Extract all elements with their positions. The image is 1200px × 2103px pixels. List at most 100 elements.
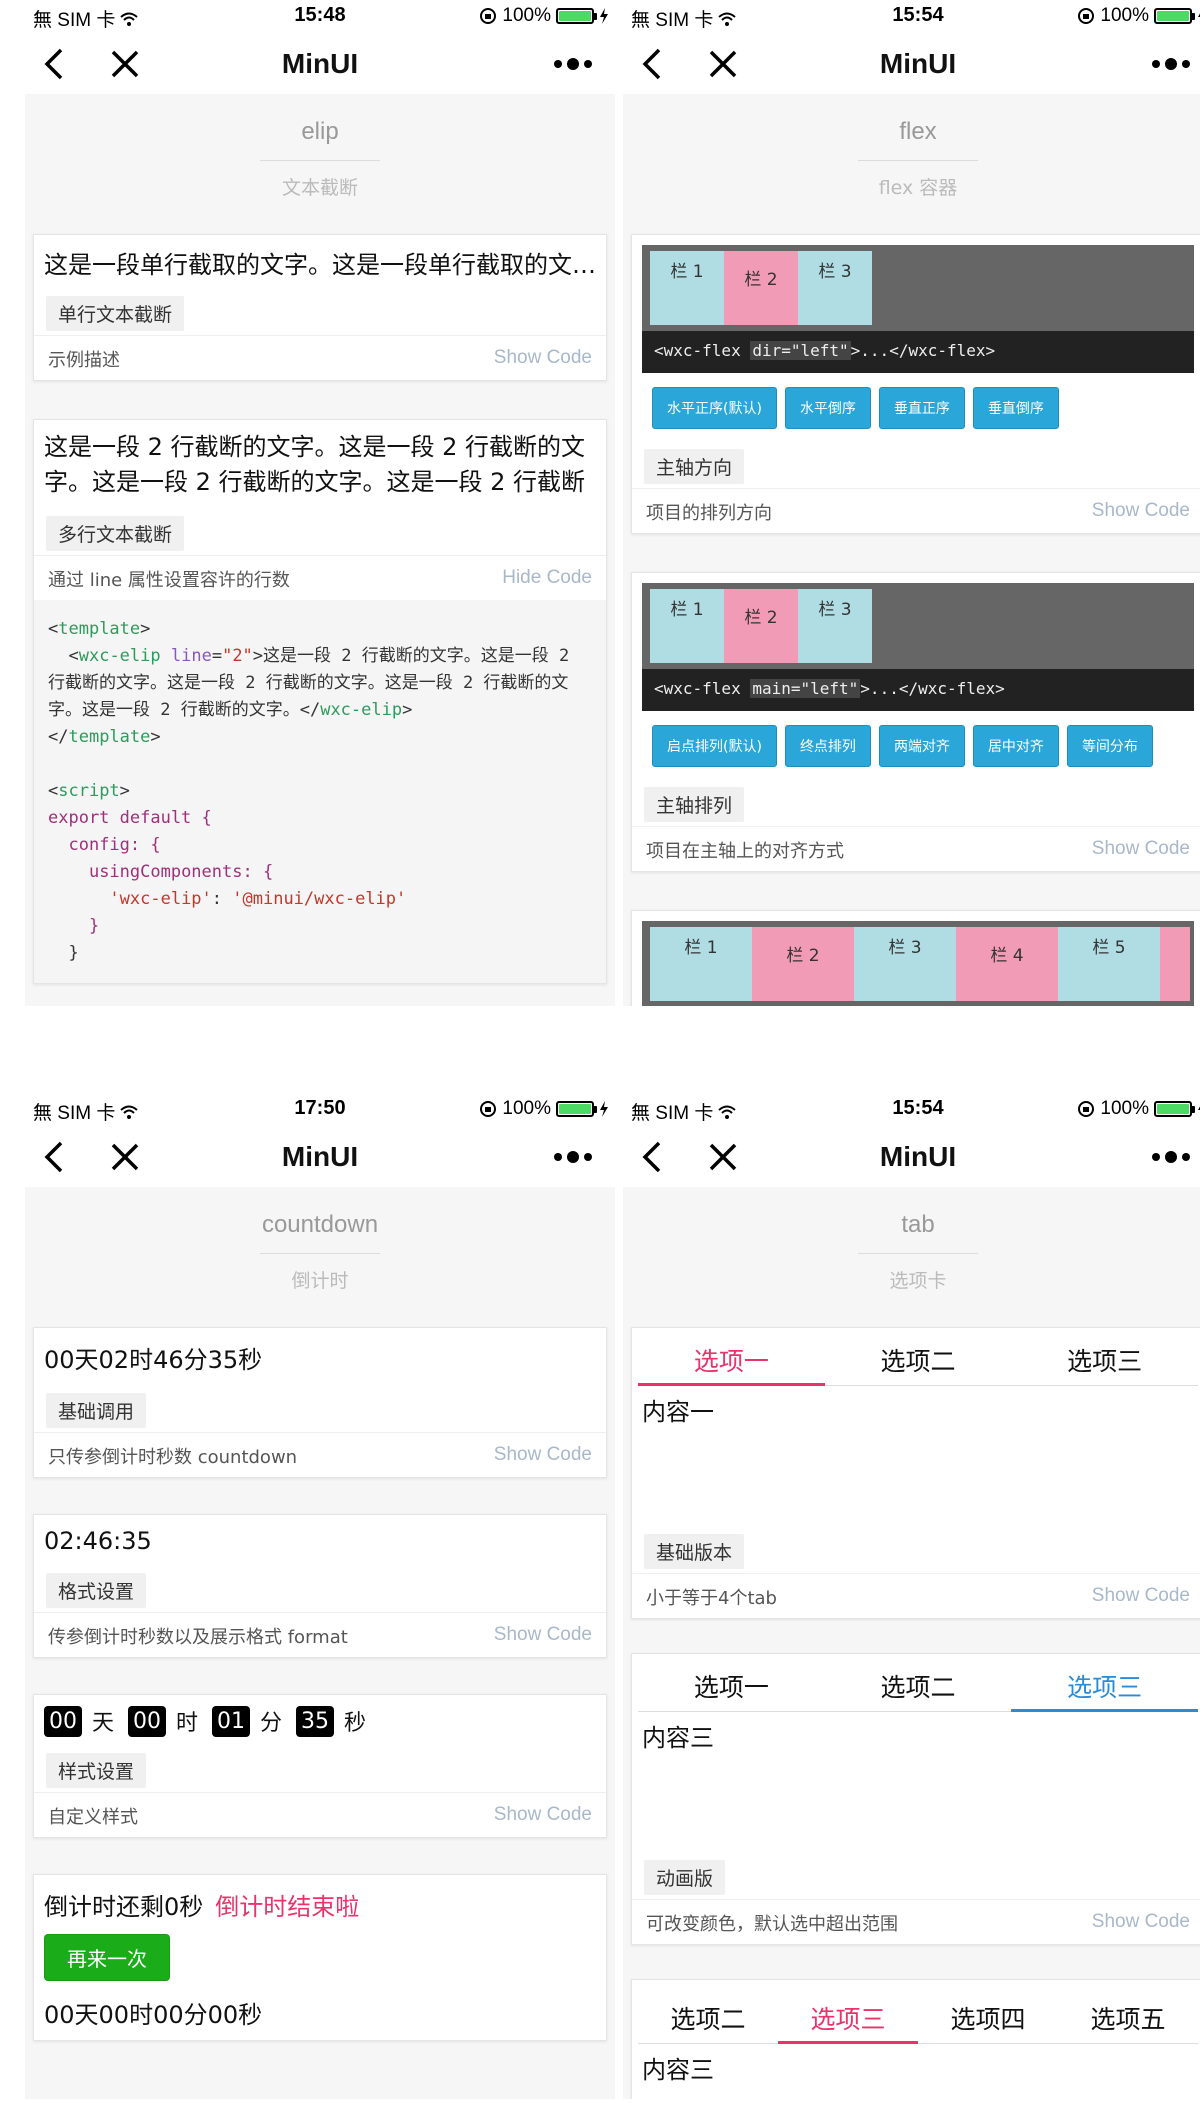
page-title: elip <box>301 118 339 145</box>
demo-card: 选项一 选项二 选项三 内容三 动画版 可改变颜色，默认选中超出范围 Show C… <box>631 1653 1200 1945</box>
page-header: elip 文本截断 <box>25 94 615 234</box>
more-icon[interactable] <box>1149 54 1193 74</box>
code-token: wxc-elip <box>320 700 403 720</box>
countdown-unit: 时 <box>176 1711 199 1736</box>
page-title: countdown <box>261 1211 379 1238</box>
tab-option-1[interactable]: 选项一 <box>638 1328 825 1386</box>
orientation-lock-icon <box>480 1101 497 1117</box>
tab-option-3[interactable]: 选项三 <box>1011 1654 1198 1712</box>
show-code-link[interactable]: Show Code <box>1092 838 1190 860</box>
battery-icon <box>556 1101 597 1117</box>
more-icon[interactable] <box>551 54 595 74</box>
demo-desc: 传参倒计时秒数以及展示格式 format <box>48 1627 348 1648</box>
justify-start-button[interactable]: 启点排列(默认) <box>652 725 777 767</box>
justify-between-button[interactable]: 两端对齐 <box>878 725 965 767</box>
restart-button[interactable]: 再来一次 <box>44 1934 170 1981</box>
demo-tag: 单行文本截断 <box>46 296 185 331</box>
demo-tag: 主轴排列 <box>644 787 745 822</box>
nav-title: MinUI <box>281 48 359 79</box>
status-bar: 無 SIM 卡 15:54 100% <box>623 1093 1200 1127</box>
demo-tag: 基础版本 <box>644 1534 745 1569</box>
page-content: flex flex 容器 栏 1 栏 2 栏 3 <wxc-flex dir="… <box>623 94 1200 1006</box>
code-token: } <box>68 943 79 963</box>
dir-row-button[interactable]: 水平正序(默认) <box>652 387 777 429</box>
header-divider <box>858 1253 978 1254</box>
tab-option-5[interactable]: 选项五 <box>1058 1986 1198 2043</box>
justify-center-button[interactable]: 居中对齐 <box>972 725 1059 767</box>
demo-desc: 可改变颜色，默认选中超出范围 <box>646 1914 898 1935</box>
tab-option-4[interactable]: 选项四 <box>918 1986 1058 2043</box>
countdown-end-text: 倒计时结束啦 <box>215 1893 360 1921</box>
show-code-link[interactable]: Show Code <box>494 1804 592 1826</box>
more-icon[interactable] <box>1149 1147 1193 1167</box>
countdown-seconds: 35 <box>296 1705 335 1737</box>
demo-card: 00天02时46分35秒 基础调用 只传参倒计时秒数 countdown Show… <box>33 1327 607 1478</box>
tab-option-3[interactable]: 选项三 <box>778 1986 918 2044</box>
countdown-hours: 00 <box>128 1705 167 1737</box>
code-token: } <box>88 916 100 936</box>
flex-item: 栏 2 <box>724 589 798 663</box>
flex-code-snippet: <wxc-flex main="left" >...</wxc-flex> <box>642 669 1194 711</box>
countdown-days: 00 <box>44 1705 82 1737</box>
demo-desc: 小于等于4个tab <box>646 1588 777 1609</box>
orientation-lock-icon <box>480 8 497 24</box>
tab-option-2[interactable]: 选项二 <box>825 1328 1012 1385</box>
countdown-unit: 秒 <box>344 1711 367 1736</box>
demo-card: 栏 1 栏 2 栏 3 <wxc-flex main="left" >...</w… <box>631 572 1200 872</box>
show-code-link[interactable]: Show Code <box>1092 1911 1190 1933</box>
show-code-link[interactable]: Show Code <box>494 1624 592 1646</box>
page-subtitle: flex 容器 <box>878 177 958 199</box>
demo-tag: 主轴方向 <box>644 449 745 484</box>
tab-option-2[interactable]: 选项二 <box>825 1654 1012 1711</box>
screen-tab: 無 SIM 卡 15:54 100% MinUI tab 选项卡 选项一 选项二… <box>623 1093 1200 2099</box>
page-header: tab 选项卡 <box>623 1187 1200 1327</box>
battery-icon <box>1154 8 1195 24</box>
battery-percent: 100% <box>502 5 551 26</box>
demo-tag: 动画版 <box>644 1860 726 1895</box>
dir-row-reverse-button[interactable]: 水平倒序 <box>784 387 871 429</box>
demo-card: 这是一段单行截取的文字。这是一段单行截取的文字。这是一段单行截取的文字。 单行文… <box>33 234 607 381</box>
page-content: elip 文本截断 这是一段单行截取的文字。这是一段单行截取的文字。这是一段单行… <box>25 94 615 1006</box>
flex-item: 栏 4 <box>956 927 1058 1001</box>
show-code-link[interactable]: Show Code <box>494 1444 592 1466</box>
show-code-link[interactable]: Show Code <box>1092 1585 1190 1607</box>
show-code-link[interactable]: Show Code <box>1092 500 1190 522</box>
charging-icon <box>600 8 608 24</box>
flex-item: 栏 2 <box>724 251 798 325</box>
code-token: '@minui/wxc-elip' <box>232 889 407 909</box>
page-subtitle: 文本截断 <box>281 177 358 199</box>
tab-content: 内容三 <box>642 2056 714 2084</box>
tab-option-3[interactable]: 选项三 <box>1011 1328 1198 1385</box>
page-subtitle: 选项卡 <box>889 1270 947 1292</box>
more-icon[interactable] <box>551 1147 595 1167</box>
demo-tag: 格式设置 <box>46 1573 147 1608</box>
screen-elip: 無 SIM 卡 15:48 100% MinUI elip 文本截断 这是一段单… <box>25 0 615 1006</box>
tab-option-2[interactable]: 选项二 <box>638 1986 778 2043</box>
justify-around-button[interactable]: 等间分布 <box>1066 725 1153 767</box>
page-content: countdown 倒计时 00天02时46分35秒 基础调用 只传参倒计时秒数… <box>25 1187 615 2099</box>
demo-desc: 项目在主轴上的对齐方式 <box>646 841 844 862</box>
countdown-display: 00天00时00分00秒 <box>44 2001 263 2029</box>
code-token: >...</wxc-flex> <box>860 679 1005 698</box>
battery-icon <box>556 8 597 24</box>
demo-card: 选项一 选项二 选项三 内容一 基础版本 小于等于4个tab Show Code <box>631 1327 1200 1619</box>
demo-tag: 基础调用 <box>46 1393 147 1428</box>
code-token: >...</wxc-flex> <box>850 341 996 360</box>
hide-code-link[interactable]: Hide Code <box>502 567 592 589</box>
code-token: <wxc-flex <box>654 679 751 698</box>
demo-desc: 示例描述 <box>48 350 120 371</box>
show-code-link[interactable]: Show Code <box>494 347 592 369</box>
nav-bar: MinUI <box>623 34 1200 94</box>
page-subtitle: 倒计时 <box>291 1270 349 1292</box>
tab-bar: 选项一 选项二 选项三 <box>638 1328 1198 1386</box>
dir-column-button[interactable]: 垂直正序 <box>878 387 965 429</box>
dir-column-reverse-button[interactable]: 垂直倒序 <box>972 387 1059 429</box>
demo-card: 这是一段 2 行截断的文字。这是一段 2 行截断的文字。这是一段 2 行截断的文… <box>33 419 607 984</box>
demo-tag: 多行文本截断 <box>46 516 185 551</box>
page-header: flex flex 容器 <box>623 94 1200 234</box>
tab-option-1[interactable]: 选项一 <box>638 1654 825 1711</box>
flex-item: 栏 5 <box>1058 927 1160 1001</box>
demo-desc: 只传参倒计时秒数 countdown <box>48 1447 298 1468</box>
justify-end-button[interactable]: 终点排列 <box>784 725 871 767</box>
countdown-styled: 00 天 00 时 01 分 35 秒 <box>44 1705 596 1737</box>
